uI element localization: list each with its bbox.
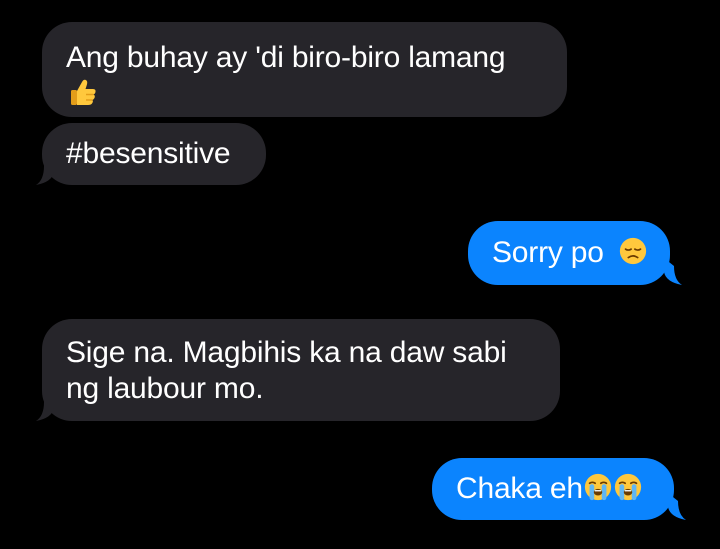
bubble-tail <box>36 394 54 421</box>
message-bubble-sent[interactable]: Chaka eh <box>432 458 674 520</box>
message-text: ng laubour mo. <box>66 372 264 405</box>
thumbs-up-icon <box>71 79 96 105</box>
message-bubble-received[interactable]: Sige na. Magbihis ka na daw sabi ng laub… <box>42 319 560 421</box>
message-bubble-received[interactable]: #besensitive <box>42 123 266 185</box>
message-bubble-received[interactable]: Ang buhay ay 'di biro-biro lamang <box>42 22 567 117</box>
bubble-tail <box>668 493 686 520</box>
bubble-tail <box>36 158 54 185</box>
message-text: Sige na. Magbihis ka na daw sabi <box>66 336 507 369</box>
loudly-crying-face-icon <box>584 473 611 501</box>
message-text: Sorry po <box>492 236 604 269</box>
message-text: Chaka eh <box>456 472 583 505</box>
message-text: #besensitive <box>66 137 231 170</box>
loudly-crying-face-icon <box>614 473 641 501</box>
message-bubble-sent[interactable]: Sorry po <box>468 221 670 285</box>
disappointed-face-icon <box>619 237 647 265</box>
message-text: Ang buhay ay 'di biro-biro lamang <box>66 41 506 74</box>
bubble-tail <box>664 258 682 285</box>
